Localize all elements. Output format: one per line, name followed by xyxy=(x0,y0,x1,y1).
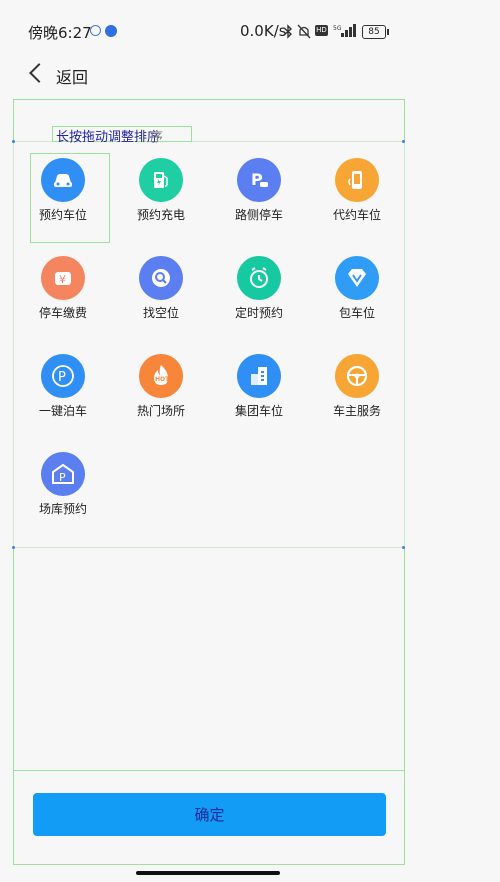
alarm-clock-icon xyxy=(237,256,281,300)
vip-diamond-icon xyxy=(335,256,379,300)
grid-item[interactable]: 包车位 xyxy=(308,246,406,344)
grid-item[interactable]: P 场库预约 xyxy=(14,442,112,540)
sort-hint: 长按拖动调整排序 xyxy=(56,130,161,145)
grid-item[interactable]: HOT 热门场所 xyxy=(112,344,210,442)
grid-item-label: 集团车位 xyxy=(234,404,283,418)
grid-item[interactable]: P 一键泊车 xyxy=(14,344,112,442)
hot-flame-icon: HOT xyxy=(139,354,183,398)
nav-header: 返回 xyxy=(0,60,500,100)
hd-icon: HD xyxy=(315,25,328,36)
grid-item-label: 找空位 xyxy=(142,306,179,320)
grid-item-label: 车主服务 xyxy=(332,404,381,418)
home-indicator xyxy=(136,871,280,875)
grid-item[interactable]: 定时预约 xyxy=(210,246,308,344)
notification-icon xyxy=(90,25,101,36)
battery-icon: 85 xyxy=(362,25,389,39)
debug-dot xyxy=(12,546,15,549)
grid-item[interactable]: 代约车位 xyxy=(308,148,406,246)
back-arrow-icon[interactable] xyxy=(29,63,49,83)
grid-item-label: 场库预约 xyxy=(38,502,87,516)
svg-text:¥: ¥ xyxy=(59,273,66,286)
grid-item[interactable]: 集团车位 xyxy=(210,344,308,442)
car-icon xyxy=(41,158,85,202)
grid-item[interactable]: 预约车位 xyxy=(14,148,112,246)
mute-bell-icon xyxy=(297,24,311,39)
grid-item-label: 预约车位 xyxy=(38,208,87,222)
grid-item[interactable]: ¥ 停车缴费 xyxy=(14,246,112,344)
svg-text:5G: 5G xyxy=(333,25,342,32)
debug-dot xyxy=(402,546,405,549)
confirm-button[interactable]: 确定 xyxy=(33,793,386,836)
garage-icon: P xyxy=(41,452,85,496)
steering-wheel-icon xyxy=(335,354,379,398)
grid-item-label: 一键泊车 xyxy=(38,404,87,418)
grid-item-label: 停车缴费 xyxy=(38,306,87,320)
grid-item[interactable]: 找空位 xyxy=(112,246,210,344)
back-button[interactable]: 返回 xyxy=(56,64,88,88)
grid-item-label: 代约车位 xyxy=(332,208,381,222)
phone-icon xyxy=(335,158,379,202)
grid-item-label: 热门场所 xyxy=(136,404,185,418)
svg-text:P: P xyxy=(59,471,66,484)
grid-item-label: 路侧停车 xyxy=(234,208,283,222)
yuan-icon: ¥ xyxy=(41,256,85,300)
grid-item-label: 包车位 xyxy=(338,306,375,320)
grid-item-label: 定时预约 xyxy=(234,306,283,320)
building-icon xyxy=(237,354,281,398)
grid-item[interactable]: 预约充电 xyxy=(112,148,210,246)
status-time: 傍晚6:27 xyxy=(28,24,92,42)
svg-text:HOT: HOT xyxy=(155,376,170,383)
parking-circle-icon: P xyxy=(41,354,85,398)
app-notification-icon xyxy=(105,25,117,37)
signal-icon: 5G xyxy=(333,24,356,37)
debug-dot xyxy=(12,140,15,143)
debug-dot xyxy=(402,140,405,143)
parking-sign-icon: P xyxy=(237,158,281,202)
sort-hint-ghost: 序 xyxy=(150,130,164,145)
search-icon xyxy=(139,256,183,300)
grid-item[interactable]: P 路侧停车 xyxy=(210,148,308,246)
charging-station-icon xyxy=(139,158,183,202)
grid-item-label: 预约充电 xyxy=(136,208,185,222)
svg-text:P: P xyxy=(58,370,66,385)
network-speed: 0.0K/s xyxy=(240,22,287,40)
bluetooth-icon xyxy=(283,24,293,39)
grid-item[interactable]: 车主服务 xyxy=(308,344,406,442)
status-bar: 傍晚6:27 0.0K/s HD 5G 85 xyxy=(0,0,500,60)
